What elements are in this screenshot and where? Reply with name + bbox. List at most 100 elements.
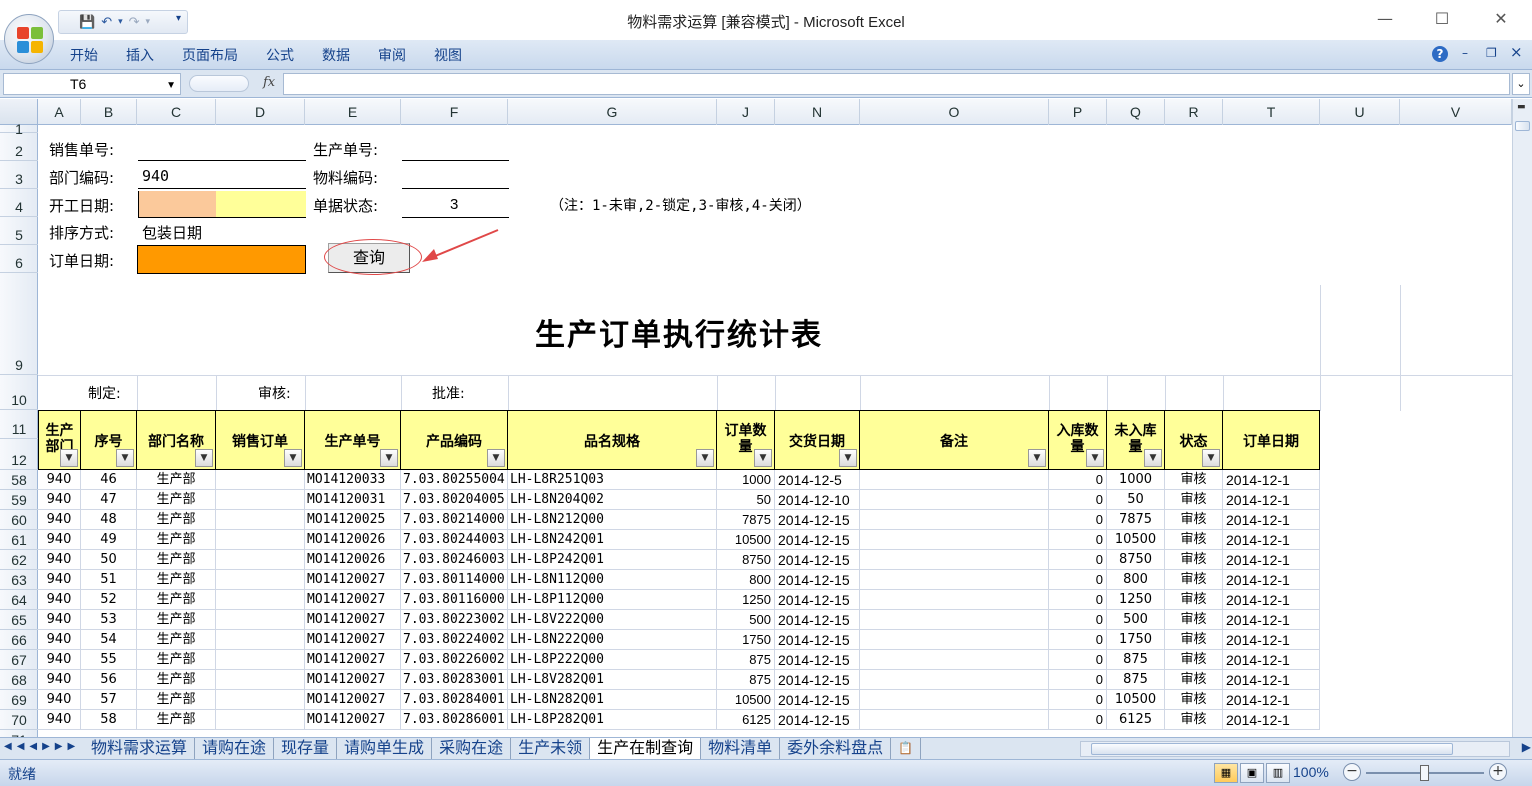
table-cell[interactable]: 51 (81, 570, 137, 590)
column-header[interactable]: F (401, 99, 508, 125)
table-cell[interactable]: 2014-12-10 (775, 490, 860, 510)
column-header[interactable]: A (38, 99, 81, 125)
table-cell[interactable]: 1750 (1107, 630, 1165, 650)
table-cell[interactable] (216, 470, 305, 490)
table-cell[interactable] (216, 610, 305, 630)
ribbon-tab[interactable]: 审阅 (378, 45, 421, 65)
table-cell[interactable]: 0 (1049, 610, 1107, 630)
zoom-in-icon[interactable]: + (1489, 763, 1507, 781)
row-header[interactable]: 12 (0, 439, 38, 470)
table-cell[interactable]: 940 (38, 590, 81, 610)
table-cell[interactable]: 生产部 (137, 590, 216, 610)
table-cell[interactable]: MO14120033 (305, 470, 401, 490)
table-cell[interactable]: 7875 (1107, 510, 1165, 530)
table-cell[interactable] (860, 590, 1049, 610)
table-cell[interactable]: 940 (38, 550, 81, 570)
table-cell[interactable]: 审核 (1165, 490, 1223, 510)
row-header[interactable]: 65 (0, 610, 38, 630)
minimize-button[interactable]: — (1370, 6, 1400, 32)
table-cell[interactable]: 1250 (717, 590, 775, 610)
table-cell[interactable]: 2014-12-1 (1223, 670, 1320, 690)
table-cell[interactable]: 52 (81, 590, 137, 610)
row-header[interactable]: 71 (0, 730, 38, 737)
table-cell[interactable]: 500 (1107, 610, 1165, 630)
row-header[interactable]: 4 (0, 189, 38, 217)
zoom-slider-thumb[interactable] (1420, 765, 1429, 781)
table-cell[interactable]: 2014-12-5 (775, 470, 860, 490)
table-cell[interactable]: LH-L8N242Q01 (508, 530, 717, 550)
zoom-level[interactable]: 100% (1293, 764, 1329, 780)
table-cell[interactable]: MO14120027 (305, 650, 401, 670)
table-cell[interactable]: 生产部 (137, 710, 216, 730)
table-cell[interactable]: MO14120027 (305, 590, 401, 610)
expand-formula-bar-icon[interactable]: ⌄ (1512, 73, 1530, 95)
table-cell[interactable]: LH-L8N222Q00 (508, 630, 717, 650)
table-cell[interactable] (216, 650, 305, 670)
row-header[interactable]: 9 (0, 273, 38, 375)
column-header[interactable]: B (81, 99, 137, 125)
table-cell[interactable]: 2014-12-1 (1223, 630, 1320, 650)
table-cell[interactable]: 2014-12-1 (1223, 530, 1320, 550)
table-cell[interactable]: LH-L8N112Q00 (508, 570, 717, 590)
table-cell[interactable]: 2014-12-15 (775, 510, 860, 530)
table-cell[interactable]: 2014-12-1 (1223, 510, 1320, 530)
table-cell[interactable]: 7.03.80224002 (401, 630, 508, 650)
sheet-tab[interactable]: 现存量 (274, 738, 338, 760)
table-cell[interactable]: LH-L8P222Q00 (508, 650, 717, 670)
table-cell[interactable]: 审核 (1165, 690, 1223, 710)
column-header[interactable]: E (305, 99, 401, 125)
table-cell[interactable]: 2014-12-15 (775, 650, 860, 670)
table-cell[interactable]: 800 (717, 570, 775, 590)
normal-view-icon[interactable]: ▦ (1214, 763, 1238, 783)
table-cell[interactable]: MO14120027 (305, 610, 401, 630)
table-cell[interactable]: 10500 (1107, 530, 1165, 550)
table-cell[interactable]: LH-L8N212Q00 (508, 510, 717, 530)
row-header[interactable]: 10 (0, 375, 38, 410)
filter-dropdown-icon[interactable]: ▼ (1144, 449, 1162, 467)
table-cell[interactable]: LH-L8P242Q01 (508, 550, 717, 570)
column-header[interactable]: J (717, 99, 775, 125)
table-cell[interactable]: 审核 (1165, 550, 1223, 570)
table-cell[interactable]: 7.03.80223002 (401, 610, 508, 630)
ribbon-tab[interactable]: 视图 (434, 45, 477, 65)
table-cell[interactable]: 46 (81, 470, 137, 490)
table-cell[interactable]: MO14120027 (305, 710, 401, 730)
table-cell[interactable]: 审核 (1165, 710, 1223, 730)
table-cell[interactable] (216, 670, 305, 690)
table-cell[interactable]: 8750 (1107, 550, 1165, 570)
table-cell[interactable]: 6125 (717, 710, 775, 730)
filter-dropdown-icon[interactable]: ▼ (487, 449, 505, 467)
sheet-tab[interactable]: 物料需求运算 (84, 738, 196, 760)
table-cell[interactable]: LH-L8N204Q02 (508, 490, 717, 510)
table-cell[interactable]: 审核 (1165, 650, 1223, 670)
table-cell[interactable] (216, 630, 305, 650)
table-cell[interactable]: MO14120026 (305, 530, 401, 550)
ribbon-tab[interactable]: 页面布局 (182, 45, 253, 65)
close-button[interactable]: ✕ (1486, 6, 1516, 32)
table-cell[interactable] (860, 470, 1049, 490)
column-header[interactable]: O (860, 99, 1049, 125)
row-header[interactable]: 62 (0, 550, 38, 570)
help-icon[interactable]: ? (1432, 46, 1448, 62)
table-cell[interactable]: 审核 (1165, 590, 1223, 610)
table-cell[interactable]: 审核 (1165, 510, 1223, 530)
workbook-restore-button[interactable]: ❐ (1486, 46, 1497, 60)
table-cell[interactable]: 7.03.80226002 (401, 650, 508, 670)
column-header[interactable]: Q (1107, 99, 1165, 125)
ribbon-tab[interactable]: 数据 (322, 45, 365, 65)
table-cell[interactable]: 57 (81, 690, 137, 710)
row-header[interactable]: 66 (0, 630, 38, 650)
table-cell[interactable]: 55 (81, 650, 137, 670)
table-cell[interactable]: 7.03.80116000 (401, 590, 508, 610)
table-cell[interactable]: LH-L8P112Q00 (508, 590, 717, 610)
table-cell[interactable] (860, 610, 1049, 630)
table-cell[interactable] (860, 490, 1049, 510)
table-cell[interactable]: 8750 (717, 550, 775, 570)
table-cell[interactable]: 2014-12-15 (775, 670, 860, 690)
filter-dropdown-icon[interactable]: ▼ (60, 449, 78, 467)
filter-dropdown-icon[interactable]: ▼ (284, 449, 302, 467)
filter-dropdown-icon[interactable]: ▼ (116, 449, 134, 467)
table-cell[interactable]: 2014-12-15 (775, 690, 860, 710)
table-cell[interactable]: 7.03.80284001 (401, 690, 508, 710)
table-cell[interactable]: 7.03.80255004 (401, 470, 508, 490)
